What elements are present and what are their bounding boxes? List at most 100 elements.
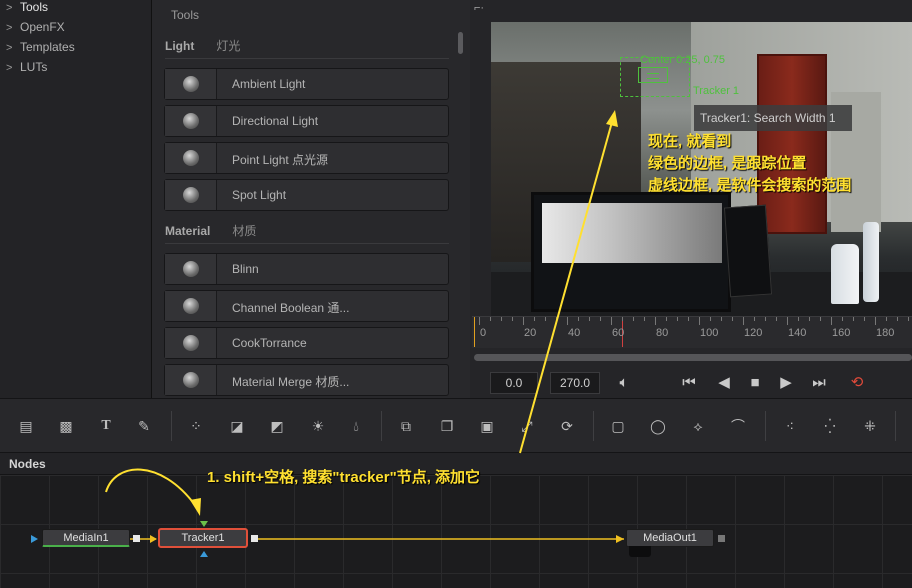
node-mediain1[interactable]: MediaIn1 <box>42 529 130 547</box>
section-header-material: Material 材质 <box>165 222 449 244</box>
ruler-minor-tick <box>864 317 865 321</box>
time-start-field[interactable]: 0.0 <box>490 372 538 394</box>
polygon-mask-icon[interactable]: ⟡ <box>688 417 708 435</box>
tools-scrollbar[interactable] <box>458 32 463 54</box>
prender-icon[interactable]: ⁛ <box>820 417 840 435</box>
timeline-ruler[interactable]: 0 20 40 60 80 100 120 140 160 180 <box>472 316 912 348</box>
tool-blinn[interactable]: Blinn <box>164 253 449 285</box>
bin-tree-panel: > Tools > OpenFX > Templates > LUTs <box>0 0 152 398</box>
tree-item-tools[interactable]: > Tools <box>6 0 48 17</box>
tools-panel: Tools Light 灯光 Ambient Light Directional … <box>152 0 470 398</box>
tool-directional-light[interactable]: Directional Light <box>164 105 449 137</box>
loop-icon[interactable]: ⟲ <box>845 372 869 394</box>
image-monitor-screen <box>542 203 722 263</box>
ruler-minor-tick <box>666 317 667 321</box>
shape3d-icon[interactable]: ⟳ <box>557 417 577 435</box>
tool-spot-light[interactable]: Spot Light <box>164 179 449 211</box>
ambient-light-icon <box>165 69 217 99</box>
tool-label: CookTorrance <box>232 336 307 350</box>
ruler-minor-tick <box>633 317 634 321</box>
tree-item-openfx[interactable]: > OpenFX <box>6 17 65 37</box>
fast-noise-icon[interactable]: ▩ <box>56 417 76 435</box>
ruler-minor-tick <box>490 317 491 321</box>
tool-point-light[interactable]: Point Light 点光源 <box>164 142 449 174</box>
play-icon[interactable]: ▶ <box>774 372 798 394</box>
stop-icon[interactable]: ■ <box>743 372 767 394</box>
merge-icon[interactable]: ⧉ <box>396 417 416 435</box>
paint-icon[interactable]: ✎ <box>134 417 154 435</box>
ruler-minor-tick <box>754 317 755 321</box>
ruler-minor-tick <box>908 317 909 321</box>
speaker-icon[interactable]: 🔈︎ <box>612 372 636 394</box>
tool-label: Directional Light <box>232 114 319 128</box>
ruler-tick-label: 40 <box>568 327 581 339</box>
ruler-tick <box>479 317 480 325</box>
time-end-field[interactable]: 270.0 <box>550 372 600 394</box>
annotation-viewer: 现在, 就看到 绿色的边框, 是跟踪位置 虚线边框, 是软件会搜索的范围 <box>648 131 851 197</box>
node-label: MediaOut1 <box>643 532 697 544</box>
chevron-right-icon: > <box>6 62 13 74</box>
ruler-minor-tick <box>589 317 590 321</box>
ruler-tick-label: 80 <box>656 327 669 339</box>
crosshair-icon[interactable]: ⌐· <box>474 2 484 14</box>
pmerge-icon[interactable]: ⁜ <box>860 417 880 435</box>
ruler-tick <box>875 317 876 325</box>
section-name: Light <box>165 39 195 53</box>
ruler-tick <box>611 317 612 325</box>
tool-ambient-light[interactable]: Ambient Light <box>164 68 449 100</box>
background-icon[interactable]: ▤ <box>16 417 36 435</box>
ruler-minor-tick <box>501 317 502 321</box>
tool-label: Blinn <box>232 262 259 276</box>
ruler-minor-tick <box>798 317 799 321</box>
tool-channel-boolean[interactable]: Channel Boolean 通... <box>164 290 449 322</box>
chevron-right-icon: > <box>6 22 13 34</box>
ruler-minor-tick <box>677 317 678 321</box>
ellipse-mask-icon[interactable]: ◯ <box>648 417 668 435</box>
section-name-cn: 灯光 <box>216 39 241 53</box>
color-curves-icon[interactable]: ◩ <box>267 417 287 435</box>
ruler-minor-tick <box>688 317 689 321</box>
ruler-tick-label: 120 <box>744 327 763 339</box>
node-mediaout1[interactable]: MediaOut1 <box>626 529 714 547</box>
ruler-minor-tick <box>897 317 898 321</box>
viewer-image[interactable]: Center 0.25, 0.75 Tracker 1 Tracker1: Se… <box>491 22 912 316</box>
transform-icon[interactable]: ⤢ <box>517 417 537 435</box>
ruler-minor-tick <box>710 317 711 321</box>
skip-back-icon[interactable]: ⏮︎ <box>677 372 701 394</box>
nodes-title: Nodes <box>9 457 46 471</box>
brightness-icon[interactable]: ☀ <box>308 417 328 435</box>
ruler-minor-tick <box>820 317 821 321</box>
tree-item-templates[interactable]: > Templates <box>6 37 75 57</box>
play-reverse-icon[interactable]: ◀ <box>712 372 736 394</box>
pemitter-icon[interactable]: ⁖ <box>780 417 800 435</box>
render-start-marker[interactable] <box>474 317 475 347</box>
particle-icon[interactable]: ⁘ <box>186 417 206 435</box>
channel-icon[interactable]: ❐ <box>437 417 457 435</box>
ruler-tick <box>523 317 524 325</box>
rectangle-mask-icon[interactable]: ▢ <box>608 417 628 435</box>
nodes-panel[interactable]: Nodes 1. shift+空格, 搜索"tracker"节点, 添加它 Me… <box>0 453 912 588</box>
bspline-mask-icon[interactable]: ⌒ <box>728 417 748 435</box>
ruler-tick-label: 160 <box>832 327 851 339</box>
channel-boolean-icon <box>165 291 217 321</box>
tool-cooktorrance[interactable]: CookTorrance <box>164 327 449 359</box>
timeline-scrubber[interactable] <box>474 354 912 361</box>
spot-light-icon <box>165 180 217 210</box>
resize-icon[interactable]: ▣ <box>477 417 497 435</box>
matte-control-icon[interactable]: 💧︎ <box>346 417 366 435</box>
text-icon[interactable]: T <box>96 417 116 435</box>
tree-item-label: LUTs <box>20 60 48 74</box>
cooktorrance-icon <box>165 328 217 358</box>
node-tracker1[interactable]: Tracker1 <box>158 528 248 548</box>
tracker-tooltip: Tracker1: Search Width 1 <box>694 105 852 131</box>
tracker-pattern-box[interactable] <box>638 67 668 83</box>
node-label: Tracker1 <box>181 532 225 544</box>
chevron-right-icon: > <box>6 42 13 54</box>
tree-item-luts[interactable]: > LUTs <box>6 57 47 77</box>
skip-forward-icon[interactable]: ⏭︎ <box>807 372 831 394</box>
section-name-cn: 材质 <box>232 224 257 238</box>
tool-label: Ambient Light <box>232 77 306 91</box>
image-monitor <box>531 192 731 312</box>
color-corrector-icon[interactable]: ◪ <box>227 417 247 435</box>
tool-material-merge[interactable]: Material Merge 材质... <box>164 364 449 396</box>
